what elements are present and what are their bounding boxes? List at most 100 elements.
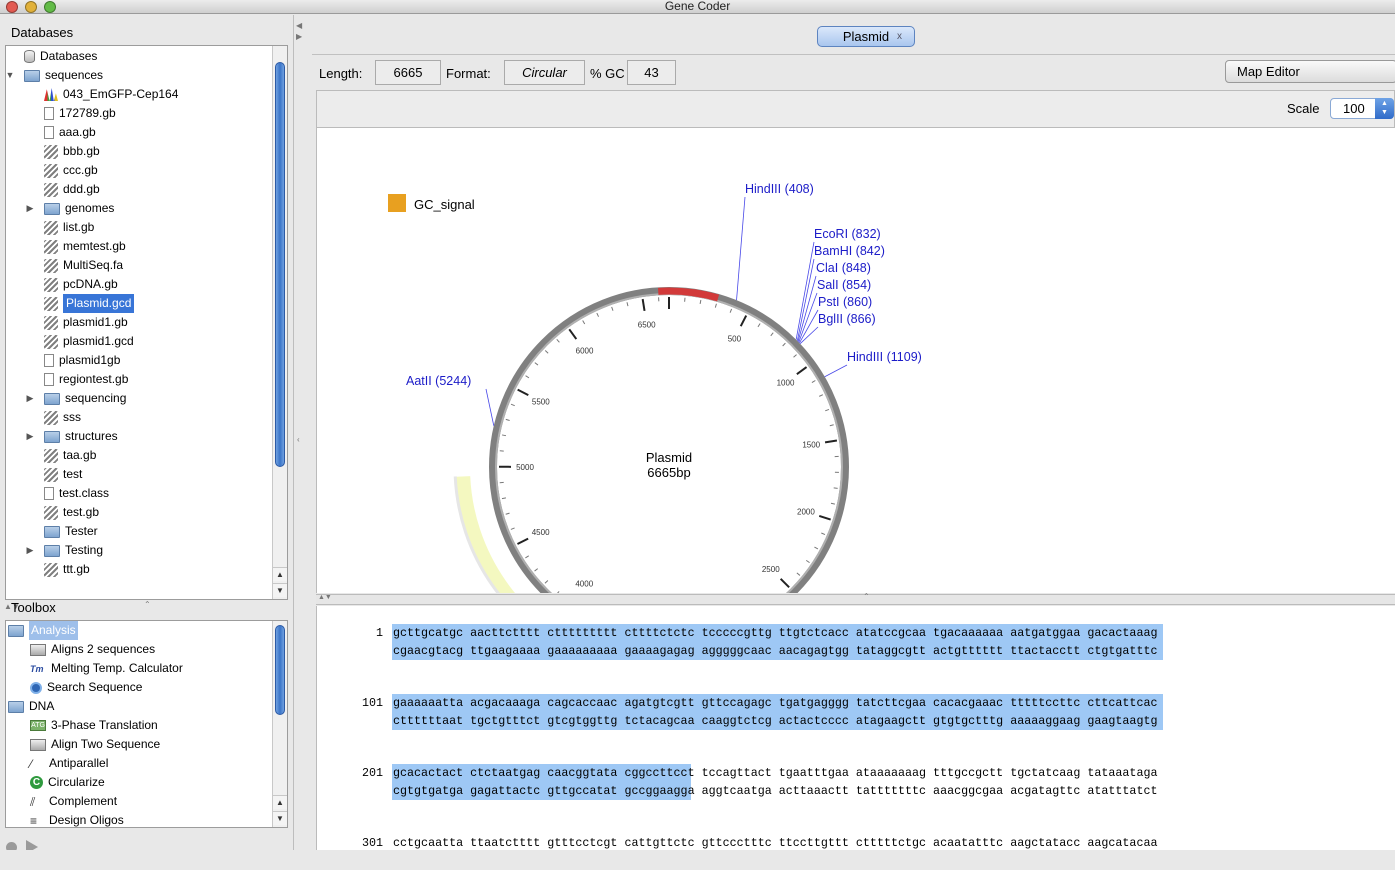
tree-item[interactable]: plasmid1gb (24, 351, 120, 370)
toolbox-item[interactable]: ATG 3-Phase Translation (30, 716, 158, 735)
disclosure-collapsed-icon[interactable]: ▶ (24, 389, 36, 408)
tree-item[interactable]: ▶ genomes (24, 199, 115, 218)
map-tick (729, 308, 733, 313)
tree-item[interactable]: memtest.gb (24, 237, 126, 256)
tree-item[interactable]: ▼ sequences (6, 66, 103, 85)
length-field[interactable]: 6665 (375, 60, 441, 85)
tree-item[interactable]: plasmid1.gb (24, 313, 128, 332)
close-window-button[interactable] (6, 1, 18, 13)
map-editor-dropdown[interactable]: Map Editor (1225, 60, 1395, 83)
map-tick (770, 332, 774, 337)
folder-icon (44, 544, 60, 557)
circularize-icon: C (30, 776, 43, 789)
disclosure-collapsed-icon[interactable]: ▶ (24, 541, 36, 560)
tree-item-label: sss (63, 410, 81, 424)
tree-item[interactable]: regiontest.gb (24, 370, 128, 389)
gc-label: % GC (590, 66, 625, 81)
map-tick (501, 497, 506, 500)
vertical-splitter[interactable]: ◀ ▶ ‹ (294, 15, 312, 865)
tree-item[interactable]: ttt.gb (24, 560, 90, 579)
scale-select[interactable]: 100 ▲ ▼ (1330, 98, 1394, 119)
disclosure-expanded-icon[interactable]: ▼ (6, 66, 16, 85)
tree-item[interactable]: ▶ Testing (24, 541, 104, 560)
tree-item[interactable]: bbb.gb (24, 142, 100, 161)
map-tick (556, 338, 560, 343)
toolbox-item[interactable]: ⁄ Antiparallel (30, 754, 108, 773)
tree-item[interactable]: test.gb (24, 503, 99, 522)
zoom-window-button[interactable] (44, 1, 56, 13)
toolbox-item[interactable]: Analysis (8, 621, 78, 640)
sequence-reverse-strand[interactable]: cgtgtgatga gagattactc gttgccatat gccggaa… (393, 782, 1158, 800)
gc-field[interactable]: 43 (627, 60, 676, 85)
toolbox-item[interactable]: Align Two Sequence (30, 735, 160, 754)
sequence-reverse-strand[interactable]: cttttttaat tgctgtttct gtcgtggttg tctacag… (393, 712, 1158, 730)
folder-icon (44, 392, 60, 405)
sequence-forward-strand[interactable]: gcacactact ctctaatgag caacggtata cggcctt… (393, 764, 1158, 782)
map-tick (641, 298, 646, 312)
scroll-thumb[interactable] (275, 625, 285, 715)
collapse-left-icon[interactable]: ◀ (296, 21, 302, 30)
minimize-window-button[interactable] (25, 1, 37, 13)
map-sequence-splitter[interactable]: ▲▼ ⌃ (316, 592, 1395, 605)
tree-item[interactable]: test (24, 465, 82, 484)
toolbox-item[interactable]: Aligns 2 sequences (30, 640, 155, 659)
tree-item-label: sequencing (65, 391, 127, 405)
tree-item[interactable]: 043_EmGFP-Cep164 (24, 85, 178, 104)
tree-item[interactable]: test.class (24, 484, 109, 503)
map-tick (626, 302, 629, 307)
toolbox-item[interactable]: Search Sequence (30, 678, 142, 697)
tree-item[interactable]: taa.gb (24, 446, 96, 465)
tree-item[interactable]: aaa.gb (24, 123, 96, 142)
file-icon (44, 126, 54, 139)
scroll-down-icon[interactable]: ▼ (273, 811, 287, 825)
sequence-position: 1 (375, 626, 383, 640)
toolbox-item[interactable]: ⫽ Complement (30, 792, 117, 811)
tree-item[interactable]: ccc.gb (24, 161, 98, 180)
toolbox-tree[interactable]: Analysis Aligns 2 sequences Tm Melting Temp… (5, 620, 288, 828)
toolbox-scrollbar[interactable]: ▲ ▼ (272, 621, 287, 827)
tree-item[interactable]: pcDNA.gb (24, 275, 118, 294)
tree-item[interactable]: plasmid1.gcd (24, 332, 134, 351)
sequence-info-bar: Length: 6665 Format: Circular % GC 43 Ma… (312, 54, 1395, 90)
tree-item[interactable]: Tester (24, 522, 98, 541)
databases-scrollbar[interactable]: ▲ ▼ (272, 46, 287, 599)
tree-item[interactable]: ▶ structures (24, 427, 118, 446)
sequence-view[interactable]: 1 gcttgcatgc aacttctttt cttttttttt cttttc… (316, 606, 1395, 850)
sequence-forward-strand[interactable]: gcttgcatgc aacttctttt cttttttttt cttttct… (393, 624, 1158, 642)
scale-spinner-icon[interactable]: ▲ ▼ (1375, 98, 1394, 119)
format-field[interactable]: Circular (504, 60, 585, 85)
disclosure-collapsed-icon[interactable]: ▶ (24, 427, 36, 446)
tree-item[interactable]: sss (24, 408, 81, 427)
toolbox-item[interactable]: C Circularize (30, 773, 105, 792)
plasmid-map[interactable]: GC_signal 500 1000 1500 2000 2500 4000 4500 5000… (316, 128, 1395, 593)
tree-item[interactable]: 172789.gb (24, 104, 116, 123)
tree-item[interactable]: ▶ sequencing (24, 389, 127, 408)
disclosure-collapsed-icon[interactable]: ▶ (24, 199, 36, 218)
toolbox-item[interactable]: Tm Melting Temp. Calculator (30, 659, 183, 678)
dna-icon (44, 258, 58, 273)
scroll-down-icon[interactable]: ▼ (273, 583, 287, 597)
sequence-forward-strand[interactable]: cctgcaatta ttaatctttt gtttcctcgt cattgtt… (393, 834, 1158, 850)
site-leader-line (796, 258, 815, 341)
tree-item[interactable]: MultiSeq.fa (24, 256, 123, 275)
folder-icon (44, 430, 60, 443)
scroll-up-icon[interactable]: ▲ (273, 795, 287, 809)
expand-right-icon[interactable]: ▶ (296, 32, 302, 41)
splitter-arrows-icon[interactable]: ▲▼ (318, 594, 332, 601)
toolbox-item[interactable]: DNA (8, 697, 54, 716)
scroll-thumb[interactable] (275, 62, 285, 467)
restriction-site-label: HindIII (1109) (847, 350, 922, 364)
sequence-forward-strand[interactable]: gaaaaaatta acgacaaaga cagcaccaac agatgtc… (393, 694, 1158, 712)
tree-item-label: test (63, 467, 83, 481)
databases-tree[interactable]: Databases ▼ sequences 043_EmGFP-Cep164 17278… (5, 45, 288, 600)
tree-item[interactable]: Plasmid.gcd (24, 294, 135, 313)
tree-item[interactable]: Databases (6, 47, 97, 66)
tree-item[interactable]: list.gb (24, 218, 94, 237)
tree-item-label: taa.gb (63, 448, 97, 462)
sequence-reverse-strand[interactable]: cgaacgtacg ttgaagaaaa gaaaaaaaaa gaaaaga… (393, 642, 1158, 660)
toolbox-item[interactable]: ≡ Design Oligos (30, 811, 124, 827)
tab-plasmid[interactable]: Plasmid x (817, 26, 915, 47)
scroll-up-icon[interactable]: ▲ (273, 567, 287, 581)
close-tab-icon[interactable]: x (897, 27, 902, 47)
tree-item[interactable]: ddd.gb (24, 180, 100, 199)
